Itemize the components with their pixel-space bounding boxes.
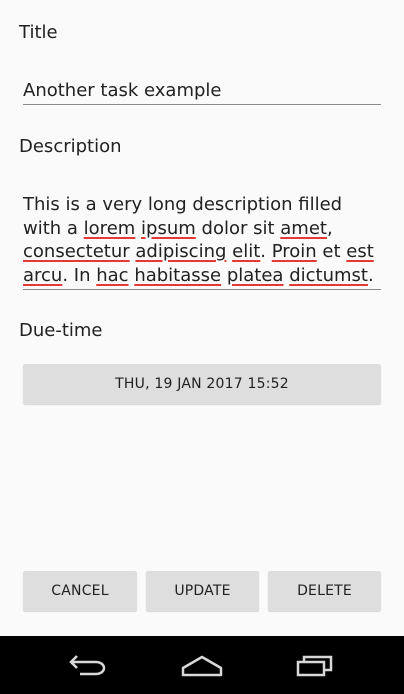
system-navigation-bar: [0, 636, 404, 694]
description-text: . In: [62, 264, 97, 286]
misspelled-word: hac: [96, 264, 129, 286]
description-text: .: [260, 241, 272, 262]
title-input[interactable]: [23, 78, 381, 102]
misspelled-word: dictumst: [289, 264, 368, 286]
update-button[interactable]: UPDATE: [146, 571, 259, 611]
misspelled-word: consectetur: [23, 241, 130, 262]
description-input[interactable]: This is a very long description filled w…: [23, 193, 381, 289]
title-input-underline: [23, 104, 381, 105]
description-label: Description: [19, 136, 122, 157]
back-icon[interactable]: [62, 650, 112, 680]
misspelled-word: amet: [280, 217, 327, 239]
description-text: ,: [326, 217, 333, 239]
delete-button[interactable]: DELETE: [268, 571, 381, 611]
misspelled-word: ipsum: [141, 217, 196, 239]
description-text: dolor sit: [195, 217, 281, 239]
description-input-underline: [23, 289, 381, 290]
due-time-label: Due-time: [19, 320, 103, 341]
misspelled-word: habitasse: [134, 264, 222, 286]
misspelled-word: Proin: [271, 241, 317, 262]
due-time-button[interactable]: THU, 19 JAN 2017 15:52: [23, 364, 381, 404]
description-text: .: [367, 264, 374, 286]
recents-icon[interactable]: [290, 650, 340, 680]
edit-task-screen: Title Description This is a very long de…: [0, 0, 404, 636]
home-icon[interactable]: [177, 650, 227, 680]
misspelled-word: platea: [226, 264, 284, 286]
misspelled-word: est: [346, 241, 374, 262]
misspelled-word: arcu: [23, 264, 63, 286]
title-label: Title: [19, 22, 58, 43]
cancel-button[interactable]: CANCEL: [23, 571, 137, 611]
misspelled-word: lorem: [83, 217, 136, 239]
description-text: et: [316, 241, 347, 262]
misspelled-word: elit: [232, 241, 261, 262]
misspelled-word: adipiscing: [135, 241, 227, 262]
